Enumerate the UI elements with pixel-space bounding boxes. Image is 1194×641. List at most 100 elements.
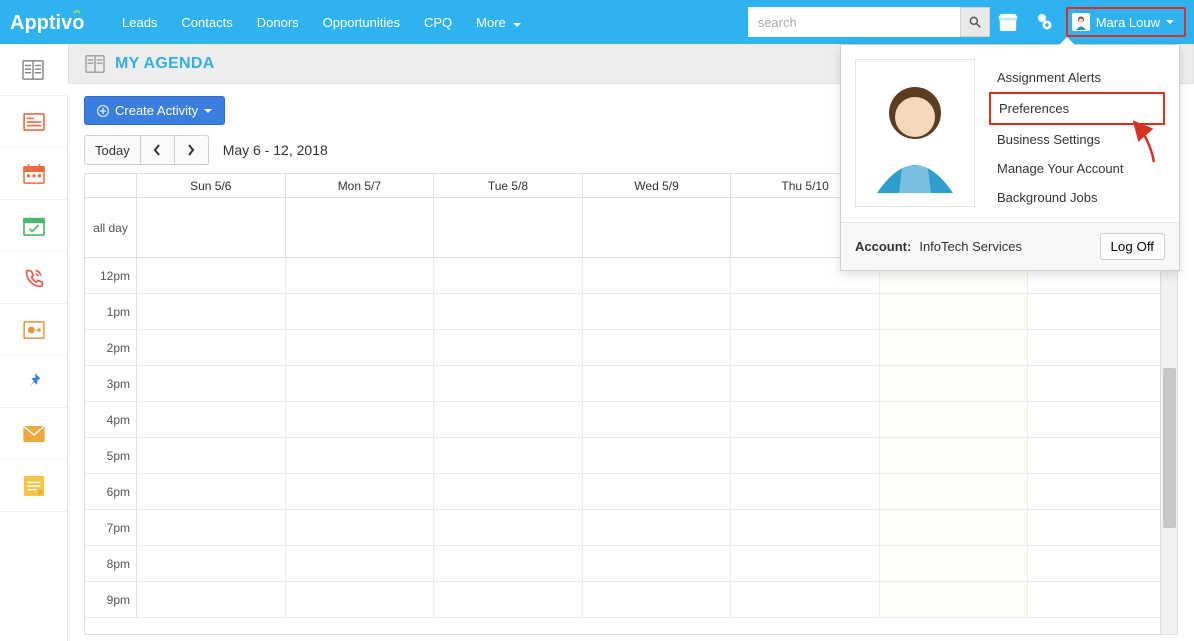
hour-cell[interactable]	[434, 294, 583, 329]
rail-tasks[interactable]	[0, 200, 67, 252]
nav-item-cpq[interactable]: CPQ	[412, 15, 464, 30]
hour-cell[interactable]	[880, 294, 1029, 329]
next-week-button[interactable]	[175, 135, 209, 165]
hour-cell[interactable]	[137, 402, 286, 437]
hour-cell[interactable]	[583, 474, 732, 509]
search-button[interactable]	[960, 7, 990, 37]
hour-cell[interactable]	[880, 330, 1029, 365]
nav-item-leads[interactable]: Leads	[110, 15, 169, 30]
rail-news[interactable]	[0, 96, 67, 148]
hour-cell[interactable]	[880, 510, 1029, 545]
hour-cell[interactable]	[583, 294, 732, 329]
hour-cell[interactable]	[880, 582, 1029, 617]
user-menu-manage-your-account[interactable]: Manage Your Account	[989, 154, 1165, 183]
hour-cell[interactable]	[880, 438, 1029, 473]
hour-cell[interactable]	[880, 546, 1029, 581]
hour-cell[interactable]	[731, 546, 880, 581]
hour-cell[interactable]	[1028, 402, 1177, 437]
hour-cell[interactable]	[286, 546, 435, 581]
hour-cell[interactable]	[583, 546, 732, 581]
hour-cell[interactable]	[137, 258, 286, 293]
hour-cell[interactable]	[880, 366, 1029, 401]
log-off-button[interactable]: Log Off	[1100, 233, 1165, 260]
hour-cell[interactable]	[286, 330, 435, 365]
hour-cell[interactable]	[1028, 582, 1177, 617]
hour-cell[interactable]	[583, 438, 732, 473]
rail-notes[interactable]	[0, 460, 67, 512]
app-store-icon[interactable]	[990, 13, 1026, 31]
hour-cell[interactable]	[286, 582, 435, 617]
hour-cell[interactable]	[731, 474, 880, 509]
hour-cell[interactable]	[434, 474, 583, 509]
user-menu-preferences[interactable]: Preferences	[989, 92, 1165, 125]
hour-cell[interactable]	[286, 258, 435, 293]
hour-cell[interactable]	[286, 474, 435, 509]
user-menu-trigger[interactable]: Mara Louw	[1066, 7, 1186, 37]
rail-pinned[interactable]	[0, 356, 67, 408]
hour-cell[interactable]	[583, 366, 732, 401]
today-button[interactable]: Today	[84, 135, 141, 165]
hour-cell[interactable]	[434, 582, 583, 617]
hour-cell[interactable]	[137, 366, 286, 401]
hour-cell[interactable]	[137, 546, 286, 581]
hour-cell[interactable]	[434, 546, 583, 581]
all-day-cell[interactable]	[286, 198, 435, 257]
hour-cell[interactable]	[286, 510, 435, 545]
hour-cell[interactable]	[583, 402, 732, 437]
vertical-scrollbar[interactable]	[1160, 258, 1177, 635]
user-menu-background-jobs[interactable]: Background Jobs	[989, 183, 1165, 212]
day-header[interactable]: Sun 5/6	[137, 174, 286, 197]
hour-cell[interactable]	[731, 294, 880, 329]
brand-logo[interactable]: Apptivo	[0, 9, 110, 35]
user-menu-assignment-alerts[interactable]: Assignment Alerts	[989, 63, 1165, 92]
day-header[interactable]: Tue 5/8	[434, 174, 583, 197]
hour-cell[interactable]	[731, 438, 880, 473]
hour-cell[interactable]	[434, 366, 583, 401]
scrollbar-thumb[interactable]	[1163, 368, 1176, 528]
search-input[interactable]	[748, 7, 960, 37]
rail-followups[interactable]	[0, 304, 67, 356]
rail-calendar[interactable]	[0, 148, 67, 200]
hour-cell[interactable]	[1028, 510, 1177, 545]
hour-cell[interactable]	[1028, 330, 1177, 365]
hour-cell[interactable]	[1028, 546, 1177, 581]
hour-cell[interactable]	[583, 330, 732, 365]
hour-cell[interactable]	[1028, 474, 1177, 509]
prev-week-button[interactable]	[141, 135, 175, 165]
hour-cell[interactable]	[434, 330, 583, 365]
user-menu-business-settings[interactable]: Business Settings	[989, 125, 1165, 154]
hour-cell[interactable]	[731, 366, 880, 401]
hour-cell[interactable]	[286, 294, 435, 329]
all-day-cell[interactable]	[137, 198, 286, 257]
hour-cell[interactable]	[137, 510, 286, 545]
hour-cell[interactable]	[731, 330, 880, 365]
create-activity-button[interactable]: Create Activity	[84, 96, 225, 125]
hour-cell[interactable]	[583, 258, 732, 293]
hour-cell[interactable]	[434, 402, 583, 437]
nav-more[interactable]: More	[464, 15, 533, 30]
rail-email[interactable]	[0, 408, 67, 460]
nav-item-opportunities[interactable]: Opportunities	[311, 15, 412, 30]
hour-cell[interactable]	[880, 402, 1029, 437]
hour-cell[interactable]	[137, 294, 286, 329]
all-day-cell[interactable]	[434, 198, 583, 257]
rail-agenda[interactable]	[0, 44, 68, 96]
day-header[interactable]: Wed 5/9	[583, 174, 732, 197]
hour-cell[interactable]	[731, 402, 880, 437]
hour-cell[interactable]	[434, 438, 583, 473]
hour-cell[interactable]	[1028, 366, 1177, 401]
rail-calls[interactable]	[0, 252, 67, 304]
hour-cell[interactable]	[1028, 438, 1177, 473]
hour-cell[interactable]	[731, 510, 880, 545]
day-header[interactable]: Mon 5/7	[286, 174, 435, 197]
hour-cell[interactable]	[434, 258, 583, 293]
nav-item-donors[interactable]: Donors	[245, 15, 311, 30]
notifications-icon[interactable]	[1026, 13, 1062, 31]
hour-cell[interactable]	[137, 582, 286, 617]
hour-cell[interactable]	[731, 582, 880, 617]
hour-cell[interactable]	[137, 438, 286, 473]
hour-cell[interactable]	[286, 402, 435, 437]
hour-cell[interactable]	[286, 438, 435, 473]
hour-cell[interactable]	[583, 510, 732, 545]
hour-cell[interactable]	[137, 330, 286, 365]
